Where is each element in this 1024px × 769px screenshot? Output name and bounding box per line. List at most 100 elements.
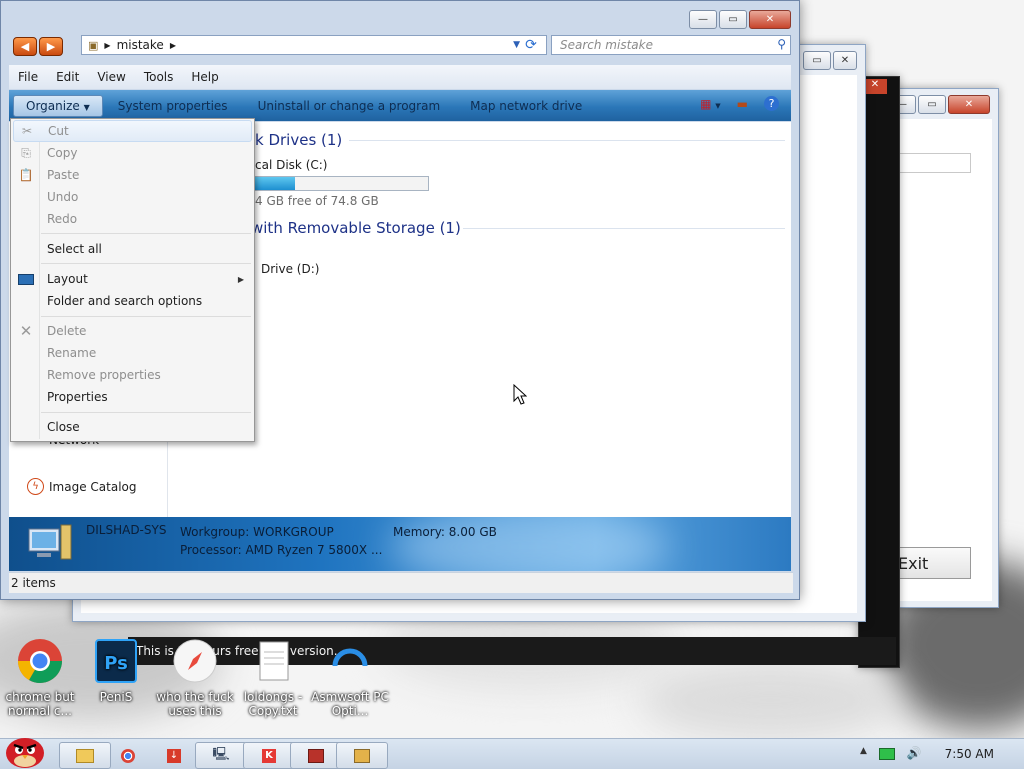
app-k-icon: K: [262, 748, 276, 763]
local-disk-name[interactable]: cal Disk (C:): [255, 158, 327, 172]
taskbar-chrome[interactable]: [102, 742, 154, 769]
menu-item-properties[interactable]: Properties: [13, 386, 252, 408]
desktop-icon-label: loldongs - Copy.txt: [243, 690, 303, 718]
delete-icon: ✕: [19, 322, 33, 340]
navigation-row: ◀ ▶ ▣ ▶ mistake ▶ ▼ ⟳ Search mistake ⚲: [9, 34, 791, 58]
menu-item-close[interactable]: Close: [13, 416, 252, 438]
menu-item-remove-properties[interactable]: Remove properties: [13, 364, 252, 386]
organize-menu: ✂ Cut ⎘ Copy 📋 Paste Undo Redo Select all L…: [10, 118, 255, 442]
desktop-icon-chrome[interactable]: chrome but normal c...: [0, 638, 80, 718]
desktop-icon-text-file[interactable]: loldongs - Copy.txt: [233, 638, 313, 718]
chrome-icon: [121, 748, 135, 763]
uninstall-program-button[interactable]: Uninstall or change a program: [243, 99, 456, 113]
taskbar-system[interactable]: 🖳: [195, 742, 247, 769]
command-bar: Organize ▼ System properties Uninstall o…: [9, 90, 791, 121]
menu-item-delete[interactable]: ✕ Delete: [13, 320, 252, 342]
back-button[interactable]: ◀: [13, 37, 37, 56]
menu-separator: [41, 263, 251, 264]
search-input[interactable]: Search mistake ⚲: [551, 35, 791, 55]
clipboard-icon: 📋: [18, 168, 34, 182]
menu-item-undo[interactable]: Undo: [13, 186, 252, 208]
menu-item-copy[interactable]: ⎘ Copy: [13, 142, 252, 164]
menu-item-select-all[interactable]: Select all: [13, 238, 252, 260]
menu-item-label: Delete: [47, 324, 87, 338]
close-button[interactable]: ✕: [833, 51, 857, 70]
search-placeholder: Search mistake: [560, 38, 653, 52]
mouse-cursor-icon: [513, 384, 527, 405]
taskbar-app-k[interactable]: K: [243, 742, 295, 769]
menu-separator: [41, 233, 251, 234]
clock[interactable]: 7:50 AM: [945, 747, 994, 761]
menu-help[interactable]: Help: [182, 70, 227, 84]
taskbar-downloader[interactable]: ↓: [148, 742, 200, 769]
table-header: [897, 153, 971, 173]
menu-item-paste[interactable]: 📋 Paste: [13, 164, 252, 186]
maximize-button[interactable]: ▭: [803, 51, 831, 70]
system-properties-button[interactable]: System properties: [103, 99, 243, 113]
menu-item-cut[interactable]: ✂ Cut: [13, 120, 252, 142]
maximize-button[interactable]: ▭: [719, 10, 747, 29]
search-icon[interactable]: ⚲: [777, 37, 786, 51]
preview-pane-icon[interactable]: ▬: [737, 97, 748, 111]
help-icon[interactable]: ?: [764, 96, 779, 111]
command-bar-icons: ▦ ▼ ▬ ?: [700, 96, 779, 111]
chevron-down-icon[interactable]: ▼: [513, 40, 520, 50]
status-bar: 2 items: [9, 572, 793, 593]
svg-text:Ps: Ps: [104, 653, 128, 674]
address-bar[interactable]: ▣ ▶ mistake ▶ ▼: [81, 35, 547, 55]
map-network-drive-button[interactable]: Map network drive: [455, 99, 597, 113]
show-hidden-icons-icon[interactable]: ▲: [860, 746, 867, 760]
taskbar-app-red[interactable]: [290, 742, 342, 769]
maximize-button[interactable]: ▭: [918, 95, 946, 114]
removable-storage-group-title[interactable]: with Removable Storage (1): [251, 219, 461, 237]
download-icon: ↓: [167, 748, 181, 763]
menu-item-folder-options[interactable]: Folder and search options: [13, 290, 252, 312]
menu-item-rename[interactable]: Rename: [13, 342, 252, 364]
desktop-icon-label: chrome but normal c...: [5, 690, 75, 718]
local-disk-free-space: 4 GB free of 74.8 GB: [255, 194, 379, 208]
exit-button[interactable]: Exit: [893, 547, 971, 579]
close-button[interactable]: ✕: [948, 95, 990, 114]
menu-separator: [41, 412, 251, 413]
taskbar-optimizer[interactable]: [336, 742, 388, 769]
close-button[interactable]: ✕: [863, 79, 887, 94]
menu-edit[interactable]: Edit: [47, 70, 88, 84]
scissors-icon: ✂: [21, 124, 33, 138]
organize-button[interactable]: Organize ▼: [13, 94, 103, 117]
volume-icon[interactable]: 🔊: [907, 746, 922, 760]
desktop-icon-photoshop[interactable]: Ps PeniS: [76, 638, 156, 704]
view-options-icon[interactable]: ▦ ▼: [700, 97, 721, 111]
menu-item-layout[interactable]: Layout ▶: [13, 268, 252, 290]
battery-icon[interactable]: [878, 748, 895, 760]
menu-item-redo[interactable]: Redo: [13, 208, 252, 230]
menu-tools[interactable]: Tools: [135, 70, 183, 84]
forward-button[interactable]: ▶: [39, 37, 63, 56]
menu-file[interactable]: File: [9, 70, 47, 84]
menu-item-label: Redo: [47, 212, 78, 226]
background-window-3: — ▭ ✕ Exit: [888, 88, 999, 608]
breadcrumb-separator-icon: ▶: [169, 40, 176, 50]
close-button[interactable]: ✕: [749, 10, 791, 29]
hard-drives-group-title[interactable]: k Drives (1): [255, 131, 342, 149]
removable-drive-name[interactable]: Drive (D:): [261, 262, 319, 276]
address-location[interactable]: mistake: [117, 38, 164, 52]
menu-item-label: Remove properties: [47, 368, 161, 382]
local-disk-usage-bar: [247, 176, 429, 191]
chevron-down-icon: ▼: [83, 102, 90, 112]
safari-icon: [172, 638, 218, 684]
folder-icon: [76, 748, 94, 763]
menu-item-label: Layout: [47, 272, 88, 286]
minimize-button[interactable]: —: [689, 10, 717, 29]
start-button-angry-bird-icon[interactable]: [2, 731, 48, 769]
computer-name: DILSHAD-SYS: [86, 523, 167, 537]
desktop-icon-label: PeniS: [99, 690, 133, 704]
refresh-icon[interactable]: ⟳: [521, 36, 541, 54]
menu-view[interactable]: View: [88, 70, 134, 84]
desktop-icon-safari[interactable]: who the fuck uses this: [155, 638, 235, 718]
desktop-icon-optimizer[interactable]: Asmwsoft PC Opti...: [310, 638, 390, 718]
nav-image-catalog[interactable]: ϟ Image Catalog: [27, 478, 136, 495]
window-body: Exit: [893, 119, 992, 601]
menu-item-label: Paste: [47, 168, 80, 182]
organize-label: Organize: [26, 98, 80, 113]
menu-item-label: Rename: [47, 346, 97, 360]
